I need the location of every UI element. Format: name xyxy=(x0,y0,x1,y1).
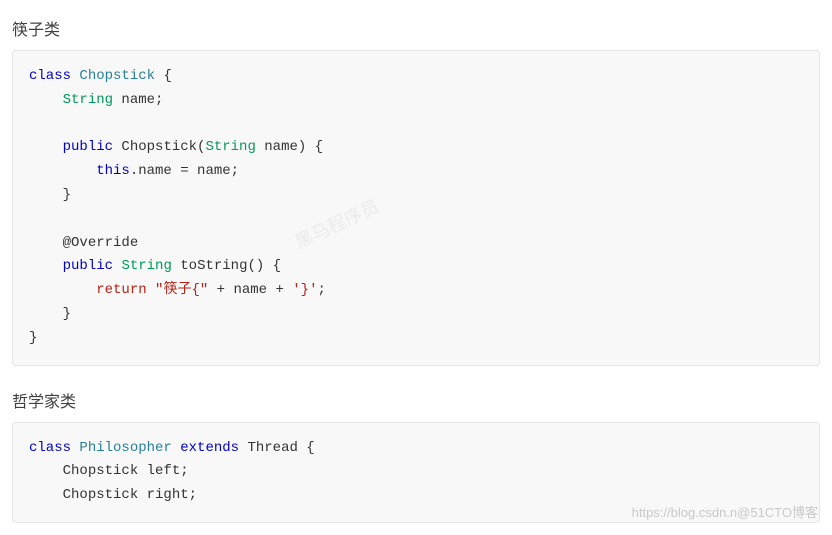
field-name: name; xyxy=(113,92,163,108)
watermark-center: 黑马程序员 xyxy=(291,193,385,259)
modifier-public: public xyxy=(63,139,113,155)
code-block-philosopher: class Philosopher extends Thread { Chops… xyxy=(12,422,820,523)
constructor-name: Chopstick( xyxy=(113,139,205,155)
semicolon: ; xyxy=(318,282,326,298)
superclass-name: Thread xyxy=(247,440,297,456)
annotation-override: @Override xyxy=(63,235,139,251)
concat-op: + name + xyxy=(208,282,292,298)
method-name: toString() { xyxy=(172,258,281,274)
keyword-this: this xyxy=(96,163,130,179)
space xyxy=(147,282,155,298)
section-heading-philosopher: 哲学家类 xyxy=(12,388,820,412)
class-name: Chopstick xyxy=(79,68,155,84)
field-right: Chopstick right; xyxy=(63,487,197,503)
keyword-return: return xyxy=(96,282,146,298)
string-literal-1: "筷子{" xyxy=(155,282,208,298)
code-block-chopstick: 黑马程序员class Chopstick { String name; publ… xyxy=(12,50,820,366)
field-left: Chopstick left; xyxy=(63,463,189,479)
return-type: String xyxy=(121,258,171,274)
keyword-class: class xyxy=(29,68,71,84)
string-literal-2: '}' xyxy=(292,282,317,298)
keyword-extends: extends xyxy=(180,440,239,456)
class-name: Philosopher xyxy=(79,440,171,456)
param-name: name) { xyxy=(256,139,323,155)
keyword-class: class xyxy=(29,440,71,456)
param-type: String xyxy=(205,139,255,155)
modifier-public: public xyxy=(63,258,113,274)
assign-stmt: .name = name; xyxy=(130,163,239,179)
type-string: String xyxy=(63,92,113,108)
section-heading-chopstick: 筷子类 xyxy=(12,16,820,40)
